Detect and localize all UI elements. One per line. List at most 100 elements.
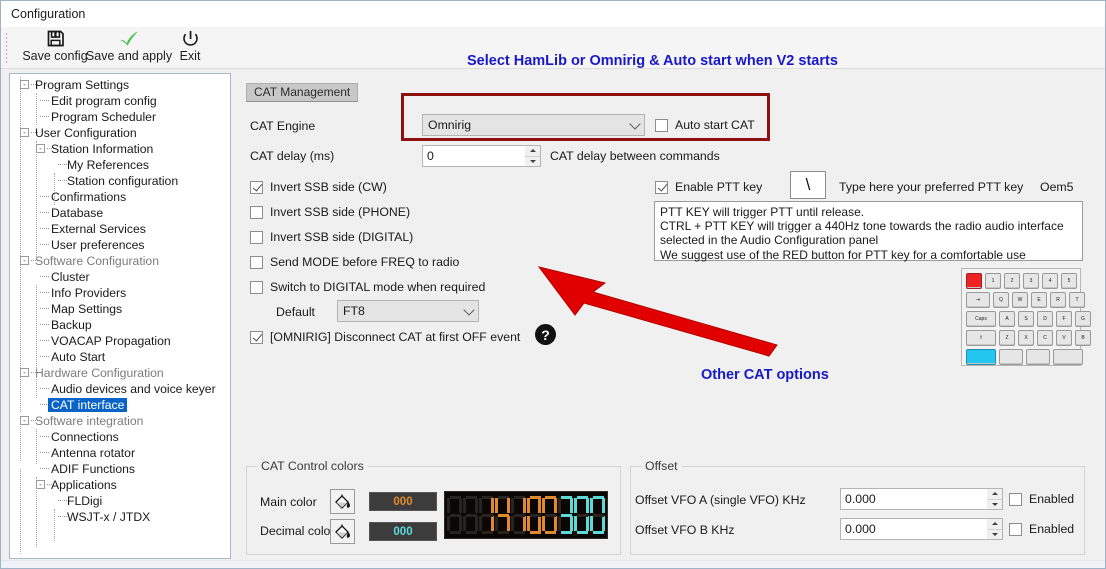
omnirig-disconnect-checkbox[interactable]: [OMNIRIG] Disconnect CAT at first OFF ev… [250,330,520,344]
offset-vfo-b-enabled-box[interactable] [1009,522,1022,536]
cat-delay-hint: CAT delay between commands [550,149,720,163]
offset-vfo-a-enabled-box[interactable] [1009,492,1022,506]
sidebar-item-confirmations[interactable]: Confirmations [14,189,230,205]
toolbar-grip[interactable] [5,32,8,64]
default-mode-select[interactable]: FT8 [337,300,479,322]
sidebar-item-my-references[interactable]: My References [14,157,230,173]
window-title-bar: Configuration [1,1,1105,27]
sidebar-item-backup[interactable]: Backup [14,317,230,333]
sidebar-item-database[interactable]: Database [14,205,230,221]
sidebar-item-label: Auto Start [51,350,106,364]
sidebar-item-applications[interactable]: - Applications [14,477,230,493]
sidebar-item-hardware-configuration[interactable]: - Hardware Configuration [14,365,230,381]
auto-start-cat-box[interactable] [655,118,668,132]
offset-vfo-b-enabled-checkbox[interactable]: Enabled [1009,522,1074,536]
tree-expander-icon[interactable]: - [36,480,45,489]
save-and-apply-button[interactable]: Save and apply [77,29,181,67]
sidebar-item-software-integration[interactable]: - Software integration [14,413,230,429]
sidebar-item-station-information[interactable]: - Station Information [14,141,230,157]
invert-ssb-phone-checkbox[interactable]: Invert SSB side (PHONE) [250,205,410,219]
seven-segment-digit [510,496,526,534]
sidebar-item-info-providers[interactable]: Info Providers [14,285,230,301]
enable-ptt-key-box[interactable] [655,180,668,194]
tree-connector [40,436,49,437]
cat-engine-select[interactable]: Omnirig [422,114,645,136]
invert-ssb-digital-box[interactable] [250,230,263,244]
switch-digital-mode-label: Switch to DIGITAL mode when required [270,280,486,294]
tree-expander-icon[interactable]: - [20,80,29,89]
sidebar-item-adif-functions[interactable]: ADIF Functions [14,461,230,477]
sidebar-item-edit-program-config[interactable]: Edit program config [14,93,230,109]
invert-ssb-digital-checkbox[interactable]: Invert SSB side (DIGITAL) [250,230,413,244]
ptt-key-input[interactable]: \ [790,171,826,199]
invert-ssb-cw-box[interactable] [250,180,263,194]
sidebar-item-cluster[interactable]: Cluster [14,269,230,285]
sidebar-item-antenna-rotator[interactable]: Antenna rotator [14,445,230,461]
offset-vfo-b-input[interactable]: 0.000 [840,518,988,540]
sidebar-item-external-services[interactable]: External Services [14,221,230,237]
sidebar-item-label: ADIF Functions [51,462,135,476]
omnirig-disconnect-box[interactable] [250,330,263,344]
cat-delay-stepper[interactable] [525,145,541,167]
seven-segment-digit [462,496,478,534]
seven-segment-digit [494,496,510,534]
offset-vfo-b-stepper[interactable] [987,518,1003,540]
tree-connector [58,164,67,165]
settings-tree-panel[interactable]: - Program Settings Edit program config Prog… [9,73,231,559]
cat-delay-input[interactable]: 0 [422,145,526,167]
send-mode-before-freq-checkbox[interactable]: Send MODE before FREQ to radio [250,255,459,269]
sidebar-item-fldigi[interactable]: FLDigi [14,493,230,509]
offset-vfo-a-input[interactable]: 0.000 [840,488,988,510]
main-color-value[interactable]: 000 [369,492,437,511]
sidebar-item-audio-devices-and-voice-keyer[interactable]: Audio devices and voice keyer [14,381,230,397]
main-color-picker-button[interactable] [330,489,355,514]
sidebar-item-map-settings[interactable]: Map Settings [14,301,230,317]
invert-ssb-phone-box[interactable] [250,205,263,219]
tree-guide-line [20,77,21,412]
sidebar-item-user-preferences[interactable]: User preferences [14,237,230,253]
sidebar-item-label: FLDigi [67,494,103,508]
sidebar-item-wsjt-x-jtdx[interactable]: WSJT-x / JTDX [14,509,230,525]
tree-expander-icon[interactable]: - [20,416,29,425]
sidebar-item-voacap-propagation[interactable]: VOACAP Propagation [14,333,230,349]
tree-guide-line [20,419,21,461]
auto-start-cat-checkbox[interactable]: Auto start CAT [655,118,755,132]
sidebar-item-program-settings[interactable]: - Program Settings [14,77,230,93]
sidebar-item-station-configuration[interactable]: Station configuration [14,173,230,189]
tree-expander-icon[interactable]: - [36,144,45,153]
switch-digital-mode-checkbox[interactable]: Switch to DIGITAL mode when required [250,280,485,294]
switch-digital-mode-box[interactable] [250,280,263,294]
tree-guide-line [36,285,37,398]
configuration-window: Configuration Save config Save and apply… [0,0,1106,569]
sidebar-item-selected: CAT interface [48,398,128,412]
sidebar-item-label: Software Configuration [35,254,159,268]
tree-expander-icon[interactable]: - [20,128,29,137]
sidebar-item-program-scheduler[interactable]: Program Scheduler [14,109,230,125]
offset-vfo-a-enabled-checkbox[interactable]: Enabled [1009,492,1074,506]
sidebar-item-user-configuration[interactable]: - User Configuration [14,125,230,141]
offset-vfo-a-stepper[interactable] [987,488,1003,510]
exit-button[interactable]: Exit [169,29,211,67]
keyboard-illustration: 1 2 3 4 5 ⇥ Q W E R T Caps A S D F G ⇧ Z X C V B [961,268,1091,366]
offset-group: Offset [630,459,1085,555]
enable-ptt-key-label: Enable PTT key [675,180,763,194]
tree-expander-icon[interactable]: - [20,256,29,265]
floppy-disk-icon [46,29,65,48]
sidebar-item-connections[interactable]: Connections [14,429,230,445]
invert-ssb-phone-label: Invert SSB side (PHONE) [270,205,411,219]
sidebar-item-label: Station Information [51,142,154,156]
sidebar-item-label: Map Settings [51,302,123,316]
sidebar-item-cat-interface[interactable]: CAT interface [14,397,230,413]
offset-vfo-b-enabled-label: Enabled [1029,522,1075,536]
tree-guide-line [36,429,37,464]
tree-guide-line [36,141,37,259]
sidebar-item-auto-start[interactable]: Auto Start [14,349,230,365]
send-mode-before-freq-box[interactable] [250,255,263,269]
sidebar-item-software-configuration[interactable]: - Software Configuration [14,253,230,269]
keyboard-key: ⇧ [966,330,996,346]
invert-ssb-cw-checkbox[interactable]: Invert SSB side (CW) [250,180,387,194]
decimal-color-picker-button[interactable] [330,519,355,544]
enable-ptt-key-checkbox[interactable]: Enable PTT key [655,180,762,194]
decimal-color-value[interactable]: 000 [369,522,437,541]
tree-expander-icon[interactable]: - [20,368,29,377]
